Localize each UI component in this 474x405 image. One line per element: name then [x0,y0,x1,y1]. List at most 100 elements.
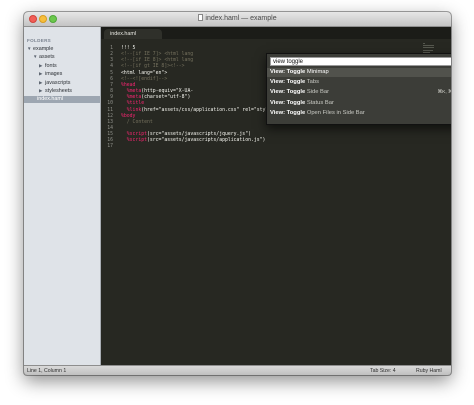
line-number-gutter: 1 2 3 4 5 6 7 8 9 10 11 12 13 14 15 16 17 [101,39,115,365]
minimap-line [423,43,426,44]
line-number: 15 [107,132,113,138]
code-token: %title [126,101,145,107]
command-match-text: View: Toggle [270,69,306,75]
sidebar: FOLDERS ▼ example ▼ assets ▶ fonts ▶ images ▶ jav… [24,27,101,365]
cursor-position: Line 1, Column 1 [27,368,67,374]
code-token: %body [121,113,136,119]
code-line: %script(src="assets/javascripts/jquery.j… [121,132,251,137]
sidebar-item-label: index.haml [37,96,64,103]
command-match-text: View: Toggle [270,99,306,106]
command-rest-text: Open Files in Side Bar [305,109,365,116]
code-token: <!--[if IE 8]> <html lang [121,58,194,64]
command-palette-item[interactable]: View: Toggle Side Bar ⌘K, ⌘B [267,88,451,97]
line-number: 16 [107,138,113,144]
command-palette-input[interactable]: view toggle [270,57,451,66]
command-palette-item[interactable]: View: Toggle Status Bar [267,99,451,108]
editor-window: index.haml — example FOLDERS ▼ example ▼ as… [24,12,451,375]
code-token: / Content [121,119,153,125]
line-number: 7 [110,82,113,88]
sidebar-item-label: javascripts [45,79,71,86]
line-number: 6 [110,76,113,82]
line-number: 8 [110,89,113,95]
minimap-line [423,49,433,51]
command-match-text: View: Toggle [270,89,306,96]
code-token: !!! 5 [121,46,136,51]
command-rest-text: Tabs [305,79,319,86]
line-number: 5 [110,70,113,76]
folders-header: FOLDERS [27,38,52,43]
code-token: %link [126,107,142,113]
code-line: <!--[if IE 8]> <html lang [121,58,193,63]
tab-size-selector[interactable]: Tab Size: 4 [370,366,396,375]
sidebar-item-stylesheets[interactable]: ▶ stylesheets [39,88,72,95]
code-token: (src="assets/javascripts/jquery.js") [147,132,251,138]
line-number: 17 [107,144,113,150]
line-number: 10 [107,101,113,107]
command-palette: view toggle View: Toggle Minimap View: To… [266,53,451,125]
command-palette-item[interactable]: View: Toggle Open Files in Side Bar [267,109,451,118]
window-title: index.haml — example [24,14,451,22]
code-token: %meta [126,89,142,95]
status-bar: Line 1, Column 1 Tab Size: 4 Ruby Haml [24,365,451,375]
minimap-line [423,47,435,49]
code-token: <!--[if IE 7]> <html lang [121,52,194,58]
code-token: %script [126,132,147,138]
command-match-text: View: Toggle [270,109,306,116]
line-number: 2 [110,52,113,58]
syntax-selector[interactable]: Ruby Haml [416,366,442,375]
code-token: <!--[if gt IE 8]><!--> [121,64,185,70]
window-title-text: index.haml — example [205,15,277,22]
command-rest-text: Minimap [305,69,329,75]
code-line: %title [121,101,144,106]
code-line: %head [121,83,135,88]
sidebar-item-assets[interactable]: ▼ assets [33,54,55,61]
line-number: 11 [107,107,113,113]
line-number: 14 [107,125,113,131]
command-palette-item[interactable]: View: Toggle Minimap [267,68,451,77]
title-bar: index.haml — example [24,12,451,27]
code-token: <html lang="en"> [121,70,168,76]
sidebar-item-javascripts[interactable]: ▶ javascripts [39,80,70,87]
code-line: %body [121,114,135,119]
code-token: %script [126,138,147,144]
code-token: %meta [126,95,142,101]
code-token: (charset="utf-8") [141,95,191,101]
minimap-line [423,45,435,47]
sidebar-item-label: fonts [45,62,57,69]
command-shortcut: ⌘K, ⌘B [437,90,451,96]
document-icon [198,14,204,21]
line-number: 4 [110,64,113,70]
sidebar-item-example[interactable]: ▼ example [27,46,53,53]
sidebar-item-images[interactable]: ▶ images [39,71,62,78]
line-number: 9 [110,95,113,101]
code-line: / Content [121,120,153,125]
code-line: <html lang="en"> [121,71,167,76]
line-number: 13 [107,119,113,125]
code-line: <!--[if IE 7]> <html lang [121,52,193,57]
code-line: <!--[if gt IE 8]><!--> [121,64,185,69]
sidebar-item-fonts[interactable]: ▶ fonts [39,63,57,70]
code-line: <!--<![endif]--> [121,77,167,82]
code-token: %head [121,82,136,88]
code-line: %meta(charset="utf-8") [121,95,191,101]
tab-bar: index.haml [101,27,451,39]
code-token: (src="assets/javascripts/application.js"… [147,138,266,144]
sidebar-item-label: assets [39,54,55,61]
command-match-text: View: Toggle [270,79,306,86]
command-palette-item[interactable]: View: Toggle Tabs [267,78,451,87]
line-number: 12 [107,113,113,119]
command-rest-text: Status Bar [305,99,334,106]
line-number: 1 [110,46,113,51]
code-token: (http-equiv="X-UA- [141,89,194,95]
command-rest-text: Side Bar [305,89,330,96]
code-line: %script(src="assets/javascripts/applicat… [121,138,266,144]
sidebar-item-label: example [33,46,54,52]
code-line: !!! 5 [121,46,135,51]
editor-area: index.haml 1 2 3 4 5 6 7 8 9 10 11 12 13 14 15 16 17 !!!… [101,27,451,365]
sidebar-item-label: images [45,71,63,78]
code-token: <!--<![endif]--> [121,76,168,82]
code-line: %meta(http-equiv="X-UA- [121,89,193,94]
sidebar-item-label: stylesheets [45,88,72,94]
tab-index-haml[interactable]: index.haml [104,29,162,39]
sidebar-item-index-haml[interactable]: index.haml [24,96,100,104]
